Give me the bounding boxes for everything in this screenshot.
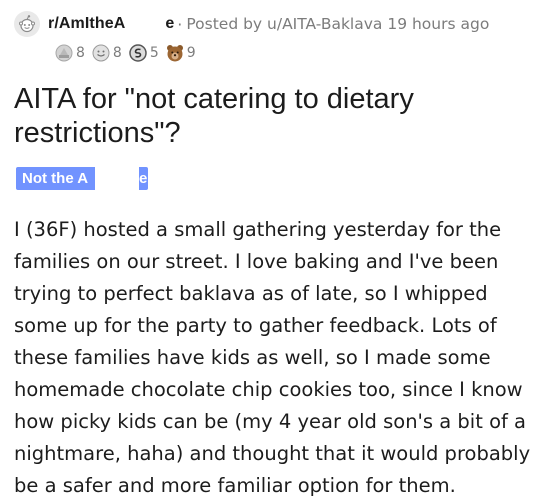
awards-row: 8 8 5 9 bbox=[54, 42, 202, 64]
award-bear[interactable]: 9 bbox=[165, 43, 196, 63]
post-title[interactable]: AITA for "not catering to dietary restri… bbox=[14, 82, 534, 150]
meta-separator: · bbox=[177, 14, 183, 34]
award-count: 8 bbox=[112, 45, 122, 61]
wholesome-award-icon bbox=[129, 44, 147, 62]
subreddit-link[interactable]: r/AmItheA bbox=[48, 15, 125, 33]
snoo-icon bbox=[19, 15, 35, 33]
post-meta-row: r/AmItheA e · Posted by u/AITA-Baklava 1… bbox=[14, 10, 489, 38]
award-count: 9 bbox=[186, 45, 196, 61]
award-count: 8 bbox=[76, 45, 85, 61]
silver-award-icon bbox=[55, 44, 73, 62]
subreddit-link-tail[interactable]: e bbox=[165, 15, 174, 33]
post-flair-label: Not the A bbox=[22, 170, 89, 187]
award-wholesome[interactable]: 5 bbox=[128, 43, 159, 63]
post-flair-label-tail: e bbox=[139, 170, 148, 187]
subreddit-avatar[interactable] bbox=[14, 11, 40, 37]
award-silver[interactable]: 8 bbox=[54, 43, 85, 63]
post-flair[interactable]: Not the A e bbox=[16, 167, 148, 190]
bear-award-icon bbox=[166, 45, 183, 62]
obscured-region bbox=[125, 14, 166, 34]
award-helpful[interactable]: 8 bbox=[91, 43, 122, 63]
posted-by-text: Posted by u/AITA-Baklava 19 hours ago bbox=[186, 15, 490, 33]
helpful-award-icon bbox=[92, 44, 110, 62]
obscured-region bbox=[95, 167, 139, 190]
award-count: 5 bbox=[149, 45, 159, 61]
post-body: I (36F) hosted a small gathering yesterd… bbox=[14, 218, 531, 497]
